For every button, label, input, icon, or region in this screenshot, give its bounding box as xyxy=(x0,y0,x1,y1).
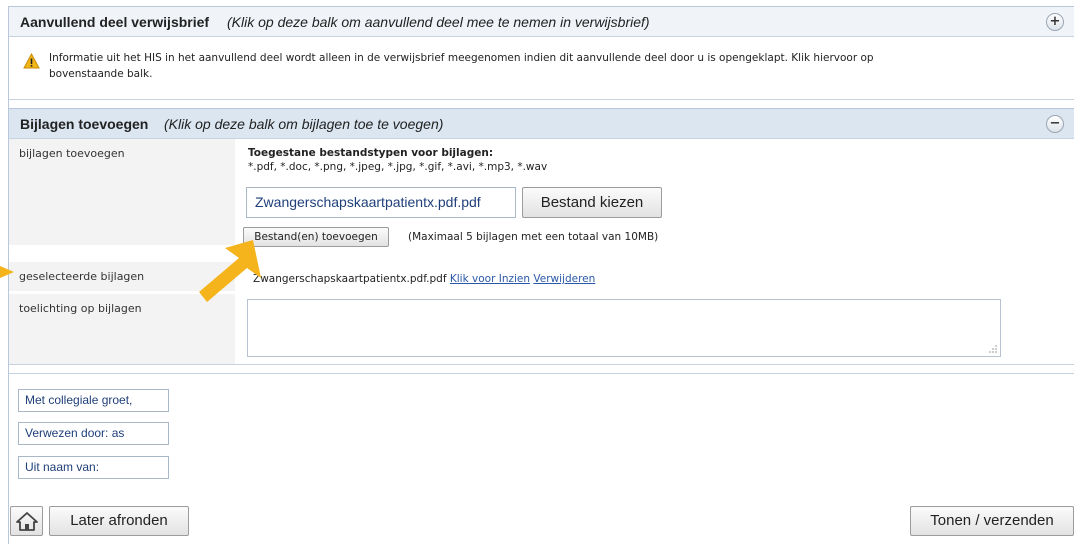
file-input-value[interactable]: Zwangerschapskaartpatientx.pdf.pdf xyxy=(246,187,516,218)
collapse-icon[interactable]: − xyxy=(1046,115,1064,133)
label-toelichting: toelichting op bijlagen xyxy=(19,302,142,315)
aanvullend-deel-hint: (Klik op deze balk om aanvullend deel me… xyxy=(227,14,650,30)
signature-referred-by-field[interactable]: Verwezen door: as xyxy=(18,422,169,445)
selected-file-name: Zwangerschapskaartpatientx.pdf.pdf xyxy=(253,273,447,285)
upload-limit-note: (Maximaal 5 bijlagen met een totaal van … xyxy=(408,231,659,243)
warning-icon xyxy=(23,53,40,69)
label-bijlagen-toevoegen-cell: bijlagen toevoegen xyxy=(9,139,235,245)
warning-text-line1: Informatie uit het HIS in het aanvullend… xyxy=(49,52,874,64)
tonen-verzenden-button[interactable]: Tonen / verzenden xyxy=(910,506,1074,536)
section-divider xyxy=(9,364,1074,374)
bijlagen-hint: (Klik op deze balk om bijlagen toe te vo… xyxy=(164,116,444,132)
resize-grip-icon[interactable] xyxy=(988,344,998,354)
choose-file-button[interactable]: Bestand kiezen xyxy=(522,187,662,218)
arrow-tip-icon xyxy=(0,266,14,278)
aanvullend-warning: Informatie uit het HIS in het aanvullend… xyxy=(9,37,1074,100)
allowed-types-title: Toegestane bestandstypen voor bijlagen: xyxy=(248,147,494,159)
highlight-arrow-icon xyxy=(199,240,261,302)
label-geselecteerde-bijlagen: geselecteerde bijlagen xyxy=(19,270,145,283)
aanvullend-deel-title: Aanvullend deel verwijsbrief xyxy=(20,14,210,30)
aanvullend-deel-bar[interactable]: Aanvullend deel verwijsbrief (Klik op de… xyxy=(9,7,1074,37)
signature-on-behalf-field[interactable]: Uit naam van: xyxy=(18,456,169,479)
home-icon xyxy=(15,512,38,531)
signature-greeting-field[interactable]: Met collegiale groet, xyxy=(18,389,169,412)
selected-attachment: Zwangerschapskaartpatientx.pdf.pdf Klik … xyxy=(253,273,595,285)
expand-icon[interactable]: + xyxy=(1046,13,1064,31)
bijlagen-toevoegen-bar[interactable]: Bijlagen toevoegen (Klik op deze balk om… xyxy=(9,108,1074,139)
remove-attachment-link[interactable]: Verwijderen xyxy=(533,273,595,285)
allowed-types-list: *.pdf, *.doc, *.png, *.jpeg, *.jpg, *.gi… xyxy=(248,161,548,173)
warning-text-line2: bovenstaande balk. xyxy=(49,68,153,80)
bijlagen-title: Bijlagen toevoegen xyxy=(20,116,149,132)
label-bijlagen-toevoegen: bijlagen toevoegen xyxy=(19,147,125,160)
later-afronden-button[interactable]: Later afronden xyxy=(49,506,189,536)
view-attachment-link[interactable]: Klik voor Inzien xyxy=(450,273,530,285)
toelichting-textarea[interactable] xyxy=(247,299,1001,357)
home-button[interactable] xyxy=(10,506,43,536)
